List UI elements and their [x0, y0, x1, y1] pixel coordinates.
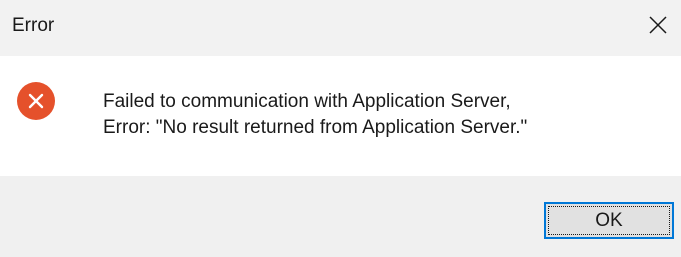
error-dialog: Error Failed to communication with Appli… — [0, 0, 681, 257]
message-line-2: Error: "No result returned from Applicat… — [103, 117, 528, 138]
close-icon — [649, 16, 667, 34]
error-icon — [17, 82, 55, 120]
message-line-1: Failed to communication with Application… — [103, 91, 511, 112]
error-message: Failed to communication with Application… — [103, 89, 527, 141]
dialog-footer: OK — [0, 176, 681, 257]
window-title: Error — [12, 15, 55, 36]
close-button[interactable] — [635, 0, 681, 50]
ok-button[interactable]: OK — [544, 202, 674, 239]
title-bar: Error — [0, 0, 681, 56]
ok-button-label: OK — [595, 209, 623, 231]
dialog-body: Failed to communication with Application… — [0, 56, 681, 176]
